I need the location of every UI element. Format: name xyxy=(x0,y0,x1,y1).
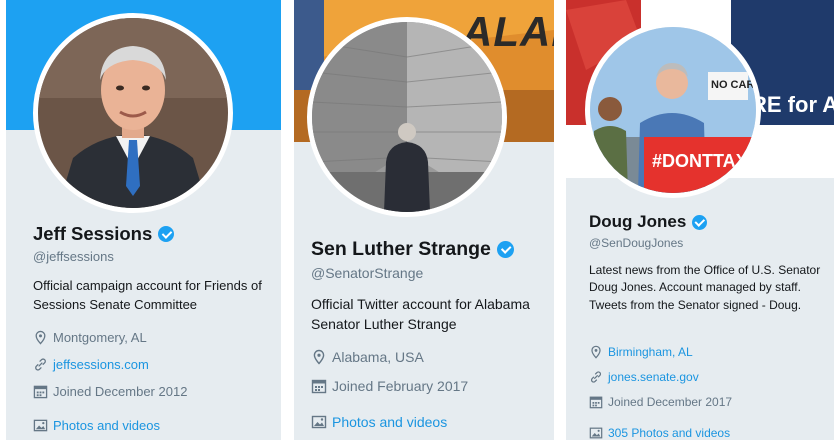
profile-card-luther-strange: ALABA Sen Luther Strange @SenatorStrange… xyxy=(294,0,554,440)
profile-avatar[interactable]: #DONTTAXME NO CAR xyxy=(585,22,761,198)
joined-text: Joined December 2012 xyxy=(53,384,188,399)
profile-card-doug-jones: RE for AME #DONTTAXME NO CAR Doug Jones … xyxy=(566,0,834,440)
avatar-placard-text: NO CAR xyxy=(711,79,755,91)
profile-joined: Joined February 2017 xyxy=(311,378,468,394)
profile-joined: Joined December 2012 xyxy=(33,384,187,399)
photo-icon xyxy=(33,418,48,433)
calendar-icon xyxy=(33,384,48,399)
verified-badge-icon xyxy=(496,241,514,258)
link-icon xyxy=(33,357,48,372)
calendar-icon xyxy=(311,378,327,394)
profile-handle[interactable]: @jeffsessions xyxy=(33,249,114,264)
location-text: Montgomery, AL xyxy=(53,330,147,345)
profile-bio: Official Twitter account for Alabama Sen… xyxy=(311,296,530,333)
location-pin-icon xyxy=(589,345,603,359)
photo-icon xyxy=(311,414,327,430)
photos-link[interactable]: Photos and videos xyxy=(53,418,160,433)
profile-name-text[interactable]: Sen Luther Strange xyxy=(311,238,491,261)
location-link[interactable]: Birmingham, AL xyxy=(608,345,693,359)
profile-location[interactable]: Birmingham, AL xyxy=(589,345,693,359)
verified-badge-icon xyxy=(692,214,708,230)
calendar-icon xyxy=(589,395,603,409)
location-pin-icon xyxy=(33,330,48,345)
link-icon xyxy=(589,370,603,384)
profile-website[interactable]: jeffsessions.com xyxy=(33,357,149,372)
photos-link[interactable]: Photos and videos xyxy=(332,414,447,430)
profile-name-text[interactable]: Jeff Sessions xyxy=(33,223,152,245)
profile-card-jeff-sessions: Jeff Sessions @jeffsessions Official cam… xyxy=(6,0,281,440)
profile-location: Alabama, USA xyxy=(311,349,424,365)
website-link[interactable]: jeffsessions.com xyxy=(53,357,149,372)
location-pin-icon xyxy=(311,349,327,365)
profile-bio: Latest news from the Office of U.S. Sena… xyxy=(589,263,821,312)
joined-text: Joined February 2017 xyxy=(332,378,469,394)
avatar-sign-text: #DONTTAXME xyxy=(652,151,756,171)
banner-text: RE for AME xyxy=(751,92,834,117)
profile-name[interactable]: Doug Jones xyxy=(589,212,708,232)
profile-photos[interactable]: Photos and videos xyxy=(311,414,447,430)
profile-avatar[interactable] xyxy=(33,13,233,213)
profile-photos[interactable]: Photos and videos xyxy=(33,418,160,433)
location-text: Alabama, USA xyxy=(332,349,424,365)
profile-bio: Official campaign account for Friends of… xyxy=(33,278,262,312)
profile-photos[interactable]: 305 Photos and videos xyxy=(589,426,730,440)
verified-badge-icon xyxy=(158,226,175,242)
profile-location: Montgomery, AL xyxy=(33,330,147,345)
profile-avatar[interactable] xyxy=(307,17,507,217)
website-link[interactable]: jones.senate.gov xyxy=(608,370,699,384)
photos-link[interactable]: 305 Photos and videos xyxy=(608,426,730,440)
photo-icon xyxy=(589,426,603,440)
profile-name[interactable]: Sen Luther Strange xyxy=(311,238,514,261)
profile-name[interactable]: Jeff Sessions xyxy=(33,223,175,245)
profile-handle[interactable]: @SenDougJones xyxy=(589,236,683,250)
profile-handle[interactable]: @SenatorStrange xyxy=(311,265,423,281)
profile-name-text[interactable]: Doug Jones xyxy=(589,212,686,232)
profile-joined: Joined December 2017 xyxy=(589,395,732,409)
profile-website[interactable]: jones.senate.gov xyxy=(589,370,699,384)
joined-text: Joined December 2017 xyxy=(608,395,733,409)
